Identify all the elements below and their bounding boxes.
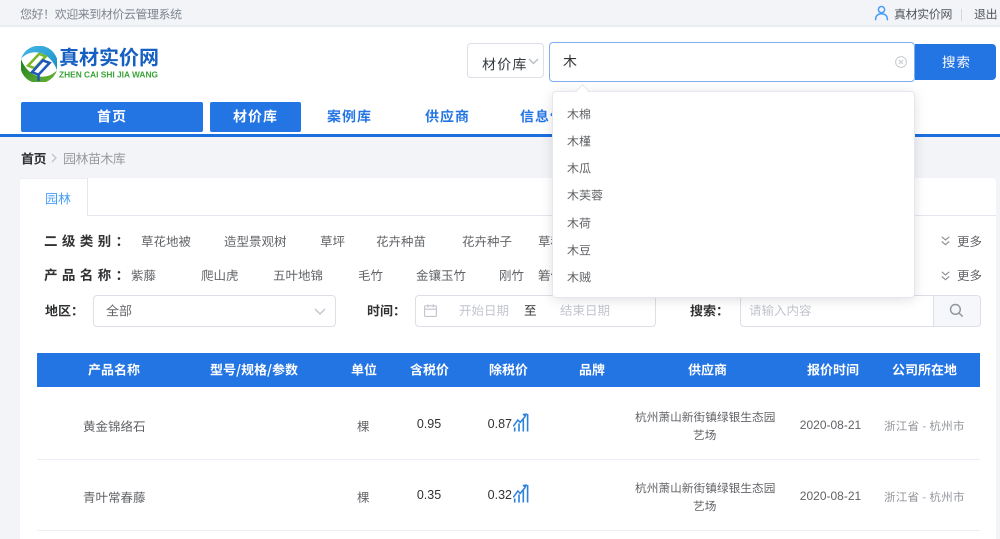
svg-text:ZHEN CAI SHI JIA WANG: ZHEN CAI SHI JIA WANG <box>59 70 158 80</box>
